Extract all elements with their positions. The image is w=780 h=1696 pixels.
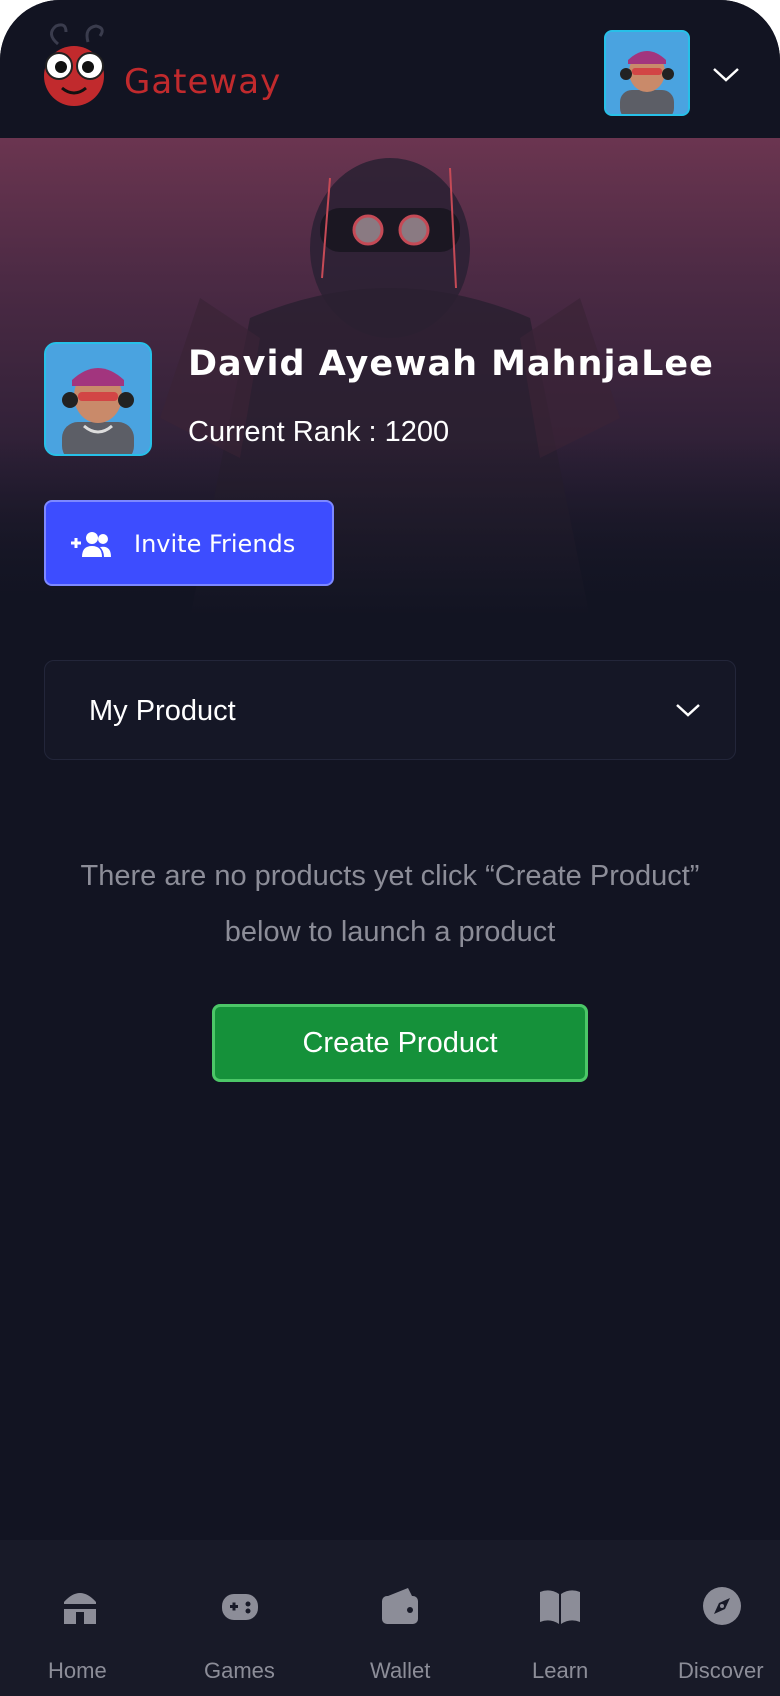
book-icon <box>540 1590 580 1624</box>
chevron-down-icon <box>676 704 700 717</box>
nav-label-games: Games <box>204 1658 275 1683</box>
empty-products-message: There are no products yet click “Create … <box>40 848 740 960</box>
nav-label-home: Home <box>48 1658 107 1683</box>
nav-item-learn[interactable]: Learn <box>520 1540 600 1696</box>
wallet-icon <box>382 1588 418 1624</box>
create-product-button[interactable]: Create Product <box>212 1004 588 1082</box>
nav-label-learn: Learn <box>532 1658 589 1683</box>
my-product-label: My Product <box>89 695 236 727</box>
home-icon <box>64 1593 96 1624</box>
nav-label-wallet: Wallet <box>370 1658 431 1683</box>
account-menu-chevron-down-icon[interactable] <box>710 62 742 86</box>
empty-message-line-2: below to launch a product <box>224 916 556 948</box>
profile-avatar-icon <box>46 344 150 454</box>
my-product-dropdown[interactable]: My Product <box>44 660 736 760</box>
gamepad-icon <box>222 1594 258 1620</box>
header-avatar[interactable] <box>604 30 690 116</box>
nav-item-discover[interactable]: Discover <box>670 1540 780 1696</box>
brand-name: Gateway <box>124 62 282 102</box>
nav-item-wallet[interactable]: Wallet <box>360 1540 450 1696</box>
app-screen: Gateway David Ayewah MahnjaLee Current R… <box>0 0 780 1696</box>
profile-rank: Current Rank : 1200 <box>188 416 450 448</box>
bottom-navigation: Home Games Wallet Learn Discover <box>0 1540 780 1696</box>
user-avatar-icon <box>606 32 688 114</box>
nav-label-discover: Discover <box>678 1658 764 1683</box>
profile-name: David Ayewah MahnjaLee <box>188 344 714 384</box>
add-users-icon <box>71 532 111 557</box>
profile-avatar[interactable] <box>44 342 152 456</box>
compass-icon <box>703 1587 741 1625</box>
empty-message-line-1: There are no products yet click “Create … <box>80 860 700 892</box>
nav-item-games[interactable]: Games <box>196 1540 286 1696</box>
top-header: Gateway <box>0 0 780 138</box>
invite-friends-button[interactable]: Invite Friends <box>44 500 334 586</box>
invite-friends-label: Invite Friends <box>134 530 296 558</box>
nav-item-home[interactable]: Home <box>40 1540 120 1696</box>
